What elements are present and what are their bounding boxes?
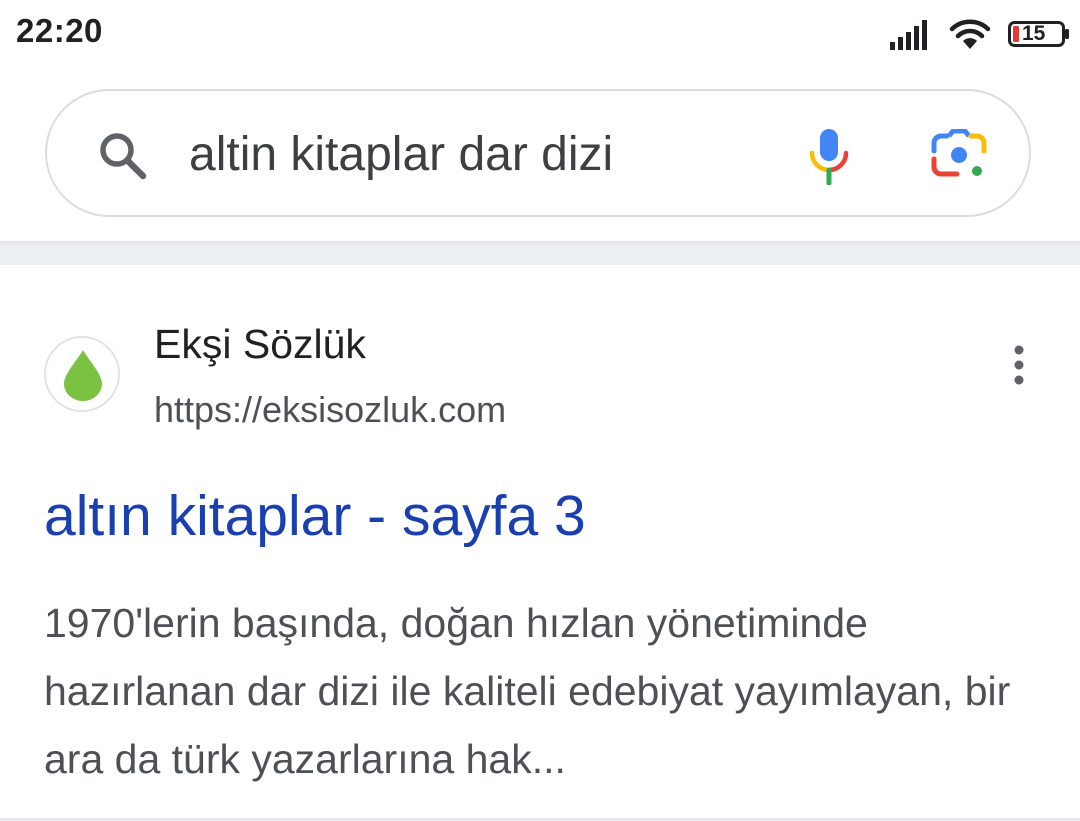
battery-level: 15: [1022, 22, 1046, 45]
status-icons: 15: [890, 14, 1069, 54]
search-icon[interactable]: [97, 130, 149, 182]
wifi-icon: [949, 19, 991, 49]
site-name[interactable]: Ekşi Sözlük: [154, 321, 366, 368]
site-favicon[interactable]: [44, 336, 120, 412]
result-snippet: 1970'lerin başında, doğan hızlan yönetim…: [44, 600, 1011, 782]
search-bar[interactable]: [45, 89, 1031, 217]
search-input[interactable]: [189, 121, 789, 187]
mic-icon[interactable]: [807, 127, 851, 185]
google-lens-icon[interactable]: [931, 129, 987, 181]
screen: 22:20 15 altin kitaplar dar dizi Ekşi Sö…: [0, 0, 1080, 821]
eksi-drop-icon: [64, 350, 102, 401]
result-title-link[interactable]: altın kitaplar - sayfa 3: [44, 483, 586, 549]
search-result-card[interactable]: Ekşi Sözlük https://eksisozluk.com altın…: [0, 265, 1080, 821]
site-url[interactable]: https://eksisozluk.com: [154, 389, 506, 431]
status-bar: 22:20 15: [0, 0, 1080, 68]
results-divider: [0, 241, 1080, 265]
status-time: 22:20: [16, 12, 103, 49]
more-vert-icon[interactable]: [1004, 345, 1034, 385]
battery-icon: 15: [1008, 21, 1069, 47]
signal-icon: [890, 20, 927, 50]
